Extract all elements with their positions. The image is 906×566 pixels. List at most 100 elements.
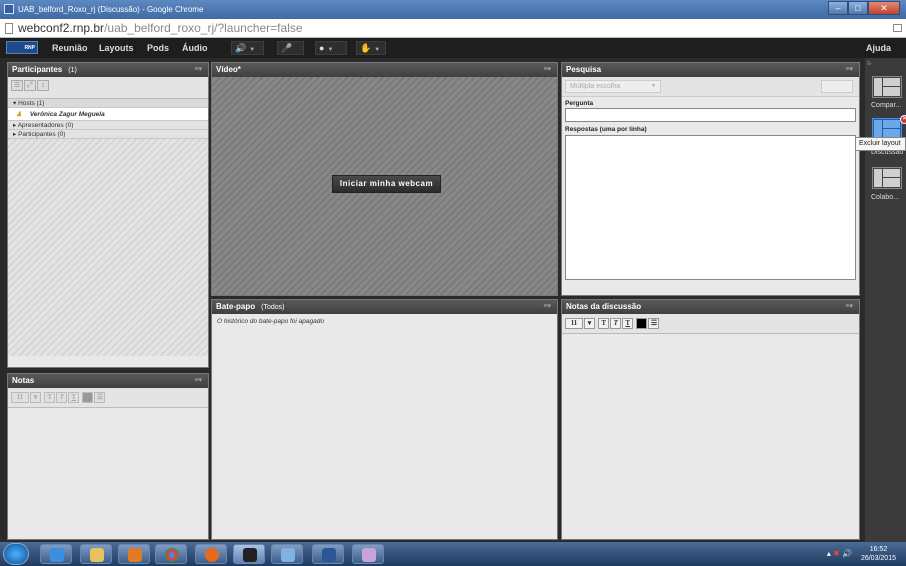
app-favicon-icon xyxy=(4,4,14,14)
layout-label-colaboracao: Colabo... xyxy=(871,194,900,201)
address-bar[interactable]: webconf2.rnp.br/uab_belford_roxo_rj/?lau… xyxy=(0,19,906,38)
meeting-area: Participantes (1) ≡▾ ☰ ⤢ ↕ ▾ Hosts (1) ♟ Verô… xyxy=(0,58,865,542)
taskbar-word[interactable] xyxy=(312,544,344,564)
chat-pod-header: Bate-papo (Todos) ≡▾ xyxy=(212,300,557,314)
group-presenters-label: Apresentadores (0) xyxy=(17,122,74,129)
poll-open-button[interactable] xyxy=(821,80,853,93)
menu-reuniao[interactable]: Reunião xyxy=(52,38,88,58)
rnp-logo: RNP xyxy=(6,41,38,54)
window-title: UAB_belford_Roxo_rj (Discussão) - Google… xyxy=(18,5,204,14)
start-button[interactable] xyxy=(3,543,29,565)
font-size-select[interactable]: 11 xyxy=(565,318,583,329)
italic-icon[interactable]: T xyxy=(56,392,68,403)
underline-icon[interactable]: T xyxy=(622,318,634,329)
folder-icon xyxy=(90,548,104,562)
bullet-list-icon[interactable]: ☰ xyxy=(648,318,660,329)
system-clock[interactable]: 16:52 26/03/2015 xyxy=(861,545,896,563)
taskbar-connect[interactable] xyxy=(233,544,265,564)
color-picker-icon[interactable] xyxy=(82,392,94,403)
tray-icons[interactable]: ▴ ✖ 🔊 xyxy=(827,549,852,558)
taskbar-explorer[interactable] xyxy=(80,544,112,564)
microphone-button[interactable]: 🎤▼ xyxy=(277,41,304,65)
status-button[interactable]: ✋ ▼ xyxy=(356,41,386,55)
layout-thumbnail-colaboracao[interactable] xyxy=(872,167,902,189)
app-icon xyxy=(128,548,142,562)
poll-pod: Pesquisa ≡▾ Múltipla escolha ▼ Pergunta Re… xyxy=(561,62,860,296)
poll-toolbar: Múltipla escolha ▼ xyxy=(562,77,859,97)
bold-icon[interactable]: T xyxy=(44,392,56,403)
paint-icon xyxy=(362,548,376,562)
clock-date: 26/03/2015 xyxy=(860,555,896,562)
chat-title: Bate-papo xyxy=(216,302,256,311)
pod-menu-icon[interactable]: ≡▾ xyxy=(543,63,551,77)
chrome-icon xyxy=(165,548,179,562)
volume-icon: 🔊 xyxy=(842,549,852,558)
speaker-button[interactable]: 🔊 ▼ xyxy=(231,41,264,55)
group-participants[interactable]: ▸ Participantes (0) xyxy=(8,130,208,139)
list-view-icon[interactable]: ☰ xyxy=(11,80,23,91)
group-hosts-label: Hosts (1) xyxy=(18,100,45,107)
app-menu-bar: RNP Reunião Layouts Pods Áudio 🔊▼ 🎤▼ ●▼ … xyxy=(0,38,906,65)
discussion-notes-title: Notas da discussão xyxy=(566,302,642,311)
maximize-button[interactable]: □ xyxy=(848,1,868,15)
notes-content[interactable] xyxy=(8,408,208,538)
delete-layout-icon[interactable]: ✕ xyxy=(900,115,906,124)
taskbar-app[interactable] xyxy=(118,544,150,564)
bold-icon[interactable]: T xyxy=(598,318,610,329)
webcam-button[interactable]: ● ▼ xyxy=(315,41,347,55)
font-size-select[interactable]: 11 xyxy=(11,392,29,403)
close-window-button[interactable]: ✕ xyxy=(868,1,900,15)
notes-pod: Notas ≡▾ 11 ▾ TTT ☰ xyxy=(7,373,209,540)
notes-pod-header: Notas ≡▾ xyxy=(8,374,208,388)
start-webcam-button[interactable]: Iniciar minha webcam xyxy=(332,175,441,193)
color-picker-icon[interactable] xyxy=(636,318,648,329)
notes-toolbar: 11 ▾ TTT ☰ xyxy=(8,388,208,408)
pod-menu-icon[interactable]: ≡▾ xyxy=(194,63,202,77)
firefox-icon xyxy=(205,548,219,562)
group-presenters[interactable]: ▸ Apresentadores (0) xyxy=(8,121,208,130)
menu-help[interactable]: Ajuda xyxy=(866,38,891,58)
discussion-notes-content[interactable] xyxy=(562,334,859,539)
participants-pod: Participantes (1) ≡▾ ☰ ⤢ ↕ ▾ Hosts (1) ♟ Verô… xyxy=(7,62,209,368)
page-action-icon[interactable] xyxy=(893,24,902,32)
discussion-notes-toolbar: 11 ▾ TTT ☰ xyxy=(562,314,859,334)
answers-input[interactable] xyxy=(565,135,856,280)
participants-toolbar: ☰ ⤢ ↕ xyxy=(8,77,208,99)
taskbar-paint[interactable] xyxy=(352,544,384,564)
menu-audio[interactable]: Áudio xyxy=(182,38,208,58)
pod-menu-icon[interactable]: ≡▾ xyxy=(845,63,853,77)
pod-menu-icon[interactable]: ≡▾ xyxy=(543,300,551,314)
participant-row[interactable]: ♟ Verônica Zagur Meguela xyxy=(8,108,208,121)
menu-layouts[interactable]: Layouts xyxy=(99,38,134,58)
taskbar-ie[interactable] xyxy=(40,544,72,564)
minimize-button[interactable]: – xyxy=(828,1,848,15)
pod-menu-icon[interactable]: ≡▾ xyxy=(194,374,202,388)
pod-menu-icon[interactable]: ≡▾ xyxy=(845,300,853,314)
url-host: webconf2.rnp.br xyxy=(18,21,105,35)
layouts-bar: ≡· Compar... ✕ Discussão Colabo... xyxy=(865,58,906,542)
underline-icon[interactable]: T xyxy=(68,392,80,403)
participants-title: Participantes xyxy=(12,65,63,74)
layout-thumbnail-compartilhamento[interactable] xyxy=(872,76,902,98)
taskbar-firefox[interactable] xyxy=(195,544,227,564)
group-hosts[interactable]: ▾ Hosts (1) xyxy=(8,99,208,108)
taskbar-chrome[interactable] xyxy=(155,544,187,564)
discussion-notes-pod: Notas da discussão ≡▾ 11 ▾ TTT ☰ xyxy=(561,299,860,540)
question-input[interactable] xyxy=(565,108,856,122)
internet-explorer-icon xyxy=(50,548,64,562)
question-label: Pergunta xyxy=(565,100,594,107)
group-participants-label: Participantes (0) xyxy=(18,131,66,138)
video-pod: Vídeo* ≡▾ Iniciar minha webcam xyxy=(211,62,558,296)
layouts-menu-icon[interactable]: ≡· xyxy=(867,61,873,67)
bullet-list-icon[interactable]: ☰ xyxy=(94,392,106,403)
fullscreen-icon[interactable]: ⤢ xyxy=(24,80,36,91)
italic-icon[interactable]: T xyxy=(610,318,622,329)
poll-type-select[interactable]: Múltipla escolha ▼ xyxy=(565,80,661,93)
url-path: /uab_belford_roxo_rj/?launcher=false xyxy=(104,21,303,35)
webcam-icon: ● xyxy=(319,43,325,53)
sort-icon[interactable]: ↕ xyxy=(37,80,49,91)
dropdown-icon[interactable]: ▾ xyxy=(584,318,595,329)
menu-pods[interactable]: Pods xyxy=(147,38,169,58)
taskbar-network[interactable] xyxy=(271,544,303,564)
dropdown-icon[interactable]: ▾ xyxy=(30,392,41,403)
